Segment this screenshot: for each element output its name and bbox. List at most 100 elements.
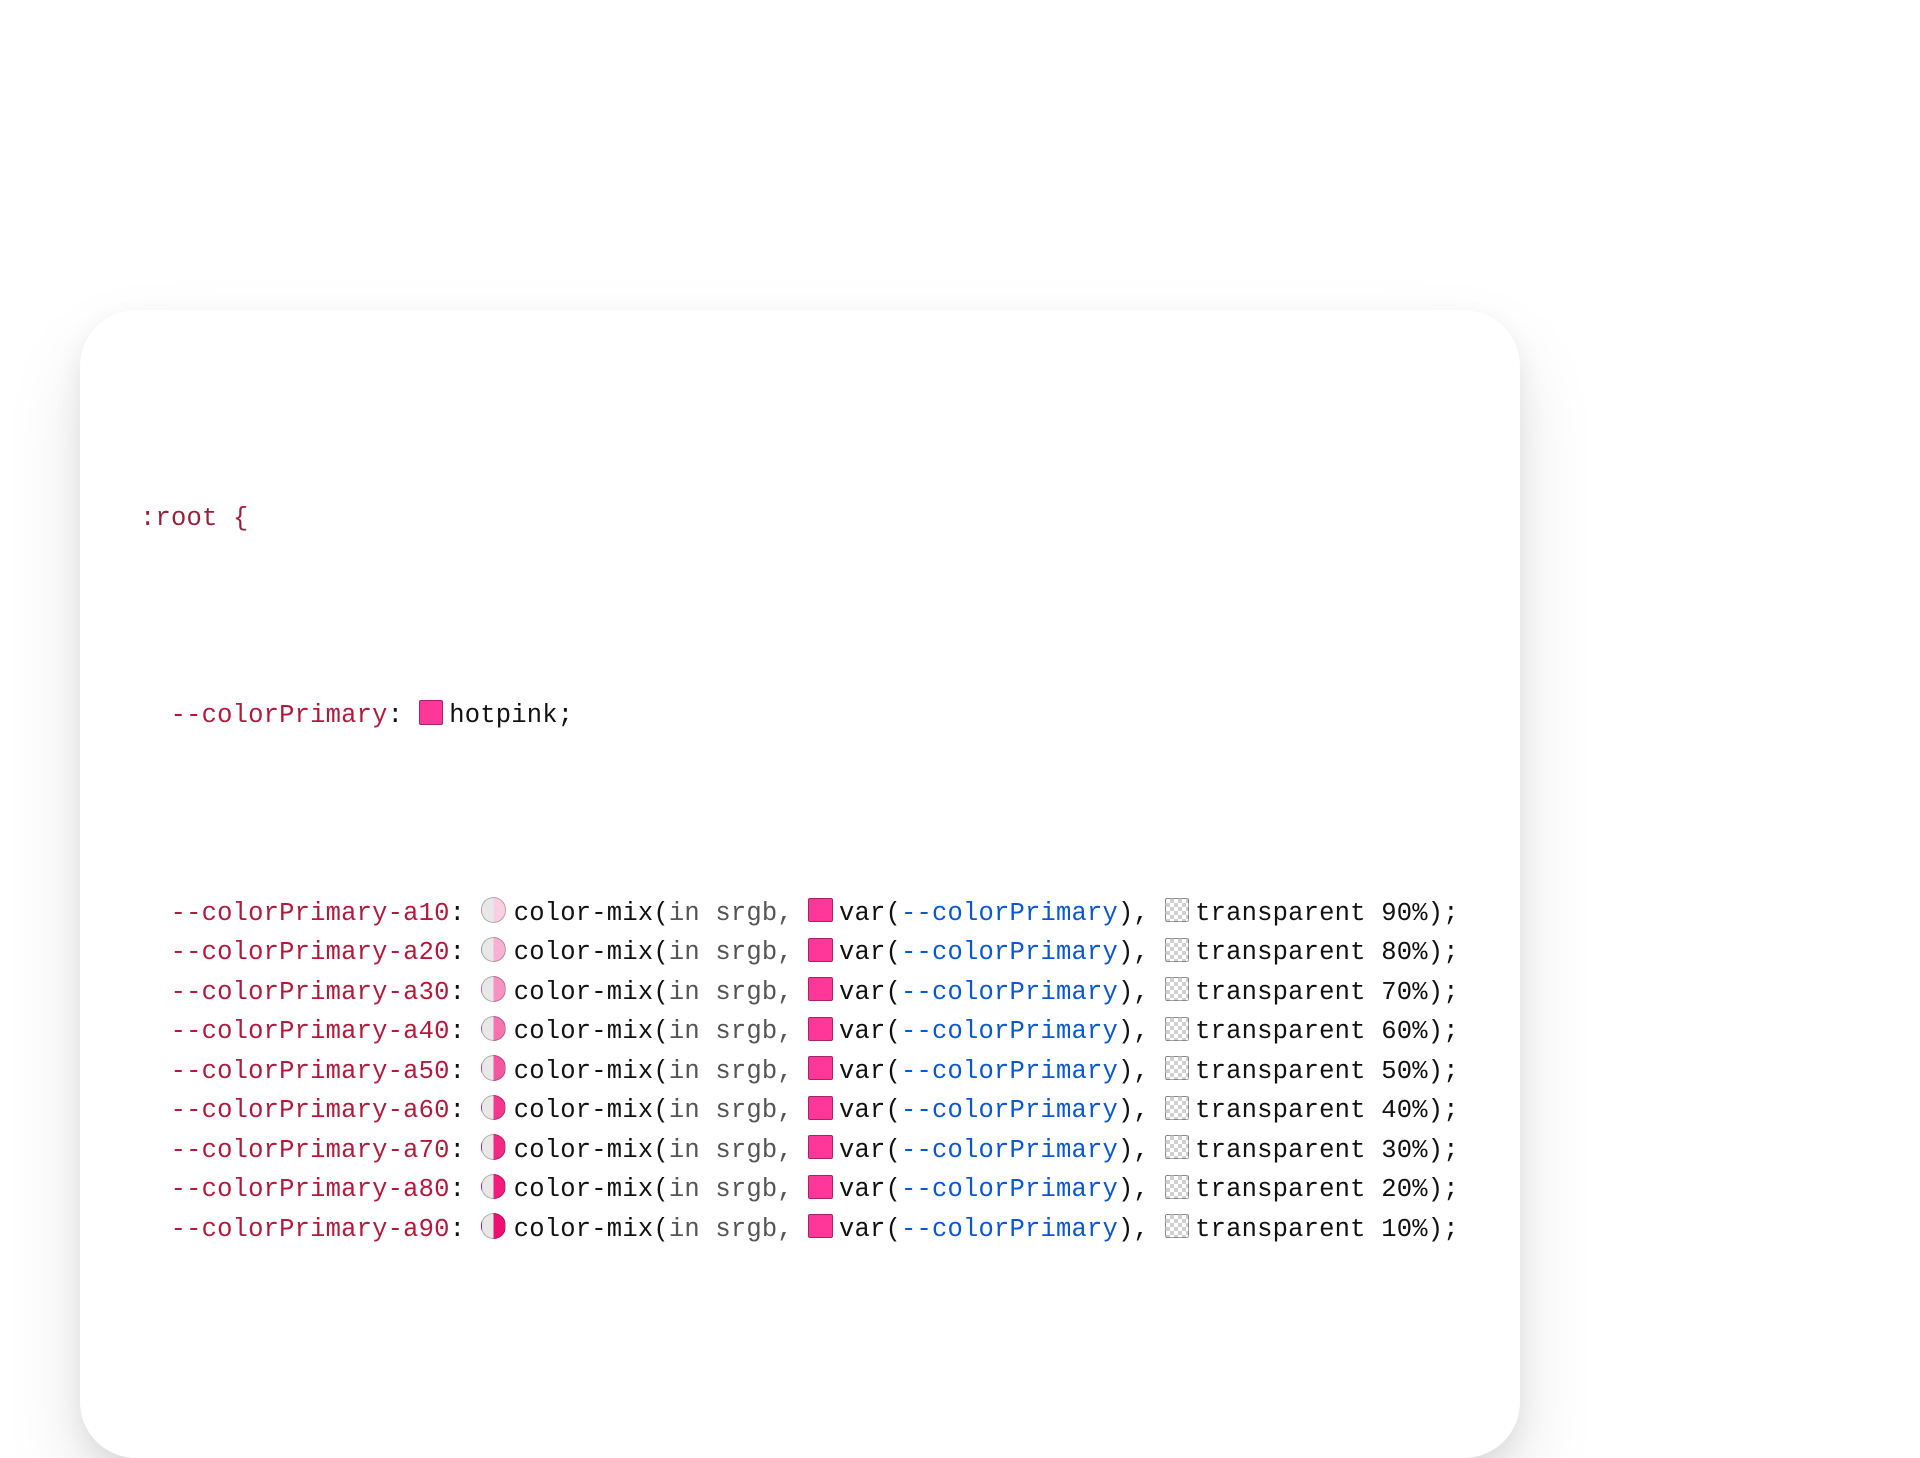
var-name: --colorPrimary [901, 899, 1118, 928]
css-prop: --colorPrimary-a10 [171, 899, 450, 928]
color-swatch-icon[interactable] [808, 938, 832, 962]
paren-close: ) [1118, 1215, 1134, 1244]
paren-open: ( [885, 1096, 901, 1125]
fn-var: var [839, 1017, 886, 1046]
paren-open: ( [885, 1175, 901, 1204]
transparent-swatch-icon[interactable] [1165, 1135, 1189, 1159]
comma: , [1134, 1175, 1165, 1204]
color-mix-swatch-icon[interactable] [481, 1016, 507, 1042]
css-code-block: :root { --colorPrimary: hotpink; --color… [140, 380, 1460, 1368]
paren-close: ) [1118, 1057, 1134, 1086]
paren-open: ( [885, 899, 901, 928]
color-swatch-icon[interactable] [808, 1096, 832, 1120]
css-value: hotpink [449, 701, 558, 730]
transparent-swatch-icon[interactable] [1165, 1214, 1189, 1238]
color-mix-swatch-icon[interactable] [481, 1174, 507, 1200]
var-name: --colorPrimary [901, 978, 1118, 1007]
css-prop: --colorPrimary-a60 [171, 1096, 450, 1125]
transparent-swatch-icon[interactable] [1165, 1017, 1189, 1041]
color-swatch-icon[interactable] [808, 898, 832, 922]
color-mix-swatch-icon[interactable] [481, 1055, 507, 1081]
paren-close: ) [1118, 1175, 1134, 1204]
color-mix-swatch-icon[interactable] [481, 1213, 507, 1239]
kw-transparent: transparent [1195, 1136, 1381, 1165]
fn-color-mix: color-mix( [514, 1136, 669, 1165]
colon: : [450, 938, 481, 967]
fn-var: var [839, 1215, 886, 1244]
paren-open: ( [885, 938, 901, 967]
paren-open: ( [885, 1017, 901, 1046]
mix-args: in srgb, [669, 1215, 809, 1244]
transparent-swatch-icon[interactable] [1165, 1175, 1189, 1199]
color-swatch-icon[interactable] [808, 1175, 832, 1199]
code-line-mix: --colorPrimary-a60: color-mix(in srgb, v… [140, 1091, 1460, 1131]
color-swatch-icon[interactable] [808, 1214, 832, 1238]
paren-close-semi: ); [1428, 1175, 1459, 1204]
kw-transparent: transparent [1195, 1017, 1381, 1046]
mix-args: in srgb, [669, 1057, 809, 1086]
transparent-swatch-icon[interactable] [1165, 977, 1189, 1001]
color-mix-swatch-icon[interactable] [481, 1095, 507, 1121]
colon: : [450, 1215, 481, 1244]
color-swatch-icon[interactable] [808, 1135, 832, 1159]
colon: : [450, 899, 481, 928]
colon: : [450, 1017, 481, 1046]
pct-value: 20% [1381, 1175, 1428, 1204]
kw-transparent: transparent [1195, 938, 1381, 967]
kw-transparent: transparent [1195, 1175, 1381, 1204]
css-prop: --colorPrimary-a20 [171, 938, 450, 967]
code-line-base: --colorPrimary: hotpink; [140, 696, 1460, 736]
css-prop: --colorPrimary-a70 [171, 1136, 450, 1165]
paren-open: ( [885, 1136, 901, 1165]
fn-color-mix: color-mix( [514, 1215, 669, 1244]
transparent-swatch-icon[interactable] [1165, 1096, 1189, 1120]
paren-close: ) [1118, 899, 1134, 928]
transparent-swatch-icon[interactable] [1165, 1056, 1189, 1080]
fn-color-mix: color-mix( [514, 1057, 669, 1086]
kw-transparent: transparent [1195, 899, 1381, 928]
colon: : [450, 1096, 481, 1125]
transparent-swatch-icon[interactable] [1165, 938, 1189, 962]
pct-value: 80% [1381, 938, 1428, 967]
mix-args: in srgb, [669, 978, 809, 1007]
paren-open: ( [885, 978, 901, 1007]
kw-transparent: transparent [1195, 1096, 1381, 1125]
colon: : [450, 1136, 481, 1165]
selector-token: :root { [140, 504, 249, 533]
comma: , [1134, 1096, 1165, 1125]
fn-var: var [839, 1175, 886, 1204]
code-line-mix: --colorPrimary-a40: color-mix(in srgb, v… [140, 1012, 1460, 1052]
fn-var: var [839, 1057, 886, 1086]
pct-value: 60% [1381, 1017, 1428, 1046]
paren-close-semi: ); [1428, 1017, 1459, 1046]
color-swatch-icon[interactable] [419, 700, 443, 724]
color-mix-swatch-icon[interactable] [481, 897, 507, 923]
code-line-mix: --colorPrimary-a90: color-mix(in srgb, v… [140, 1210, 1460, 1250]
pct-value: 70% [1381, 978, 1428, 1007]
mix-args: in srgb, [669, 1136, 809, 1165]
paren-close: ) [1118, 1096, 1134, 1125]
paren-close-semi: ); [1428, 938, 1459, 967]
mix-args: in srgb, [669, 1096, 809, 1125]
fn-var: var [839, 978, 886, 1007]
colon: : [388, 701, 419, 730]
fn-var: var [839, 1096, 886, 1125]
color-swatch-icon[interactable] [808, 1017, 832, 1041]
fn-var: var [839, 899, 886, 928]
color-mix-swatch-icon[interactable] [481, 1134, 507, 1160]
colon: : [450, 1175, 481, 1204]
pct-value: 30% [1381, 1136, 1428, 1165]
kw-transparent: transparent [1195, 1215, 1381, 1244]
var-name: --colorPrimary [901, 1136, 1118, 1165]
color-swatch-icon[interactable] [808, 1056, 832, 1080]
var-name: --colorPrimary [901, 1096, 1118, 1125]
code-line-mix: --colorPrimary-a70: color-mix(in srgb, v… [140, 1131, 1460, 1171]
color-swatch-icon[interactable] [808, 977, 832, 1001]
comma: , [1134, 899, 1165, 928]
var-name: --colorPrimary [901, 1215, 1118, 1244]
color-mix-swatch-icon[interactable] [481, 976, 507, 1002]
fn-color-mix: color-mix( [514, 938, 669, 967]
color-mix-swatch-icon[interactable] [481, 937, 507, 963]
kw-transparent: transparent [1195, 1057, 1381, 1086]
transparent-swatch-icon[interactable] [1165, 898, 1189, 922]
